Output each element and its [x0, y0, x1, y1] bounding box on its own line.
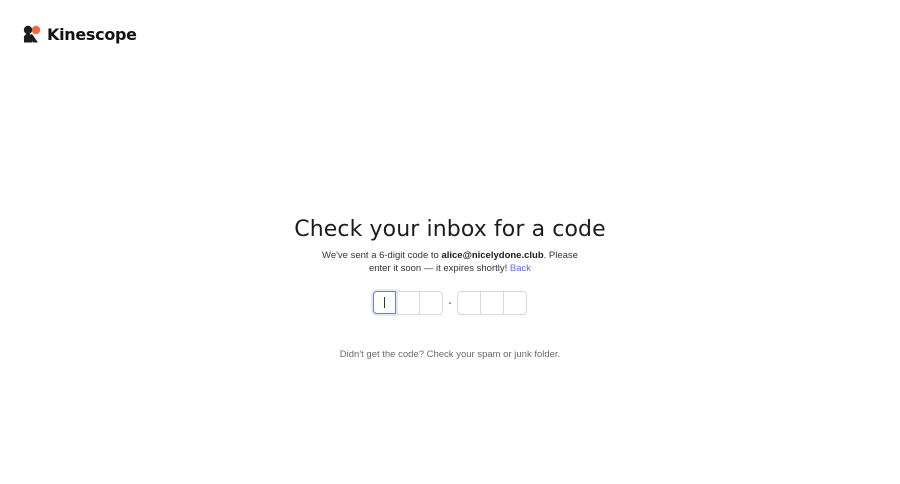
code-group-second	[456, 291, 527, 315]
page-title: Check your inbox for a code	[294, 217, 606, 242]
code-input-row: -	[373, 291, 527, 315]
back-link[interactable]: Back	[510, 263, 531, 274]
kinescope-logo-icon	[23, 25, 41, 43]
spam-hint: Didn't get the code? Check your spam or …	[339, 349, 561, 360]
code-separator: -	[448, 297, 452, 309]
email-address: alice@nicelydone.club	[441, 250, 544, 261]
brand-name[interactable]: Kinescope	[47, 25, 137, 45]
instruction-text: We've sent a 6-digit code to alice@nicel…	[320, 250, 580, 275]
text-caret	[384, 297, 386, 308]
verification-panel: Check your inbox for a code We've sent a…	[0, 216, 900, 360]
code-digit-input-3[interactable]	[419, 291, 444, 315]
code-group-first	[373, 291, 444, 315]
code-digit-input-4[interactable]	[456, 291, 480, 315]
code-digit-input-6[interactable]	[502, 291, 527, 315]
verification-page: Kinescope Check your inbox for a code We…	[0, 0, 900, 484]
code-digit-input-5[interactable]	[479, 291, 503, 315]
message-prefix: We've sent a 6-digit code to	[322, 250, 442, 261]
code-digit-input-1[interactable]	[373, 291, 397, 314]
header: Kinescope	[23, 23, 137, 45]
code-digit-input-2[interactable]	[396, 291, 420, 315]
